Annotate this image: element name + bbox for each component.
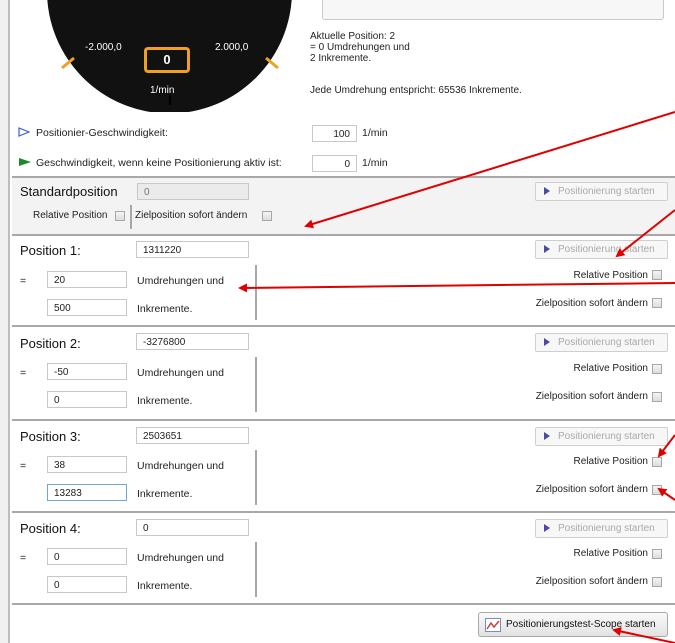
annotation-arrows [238,111,675,643]
